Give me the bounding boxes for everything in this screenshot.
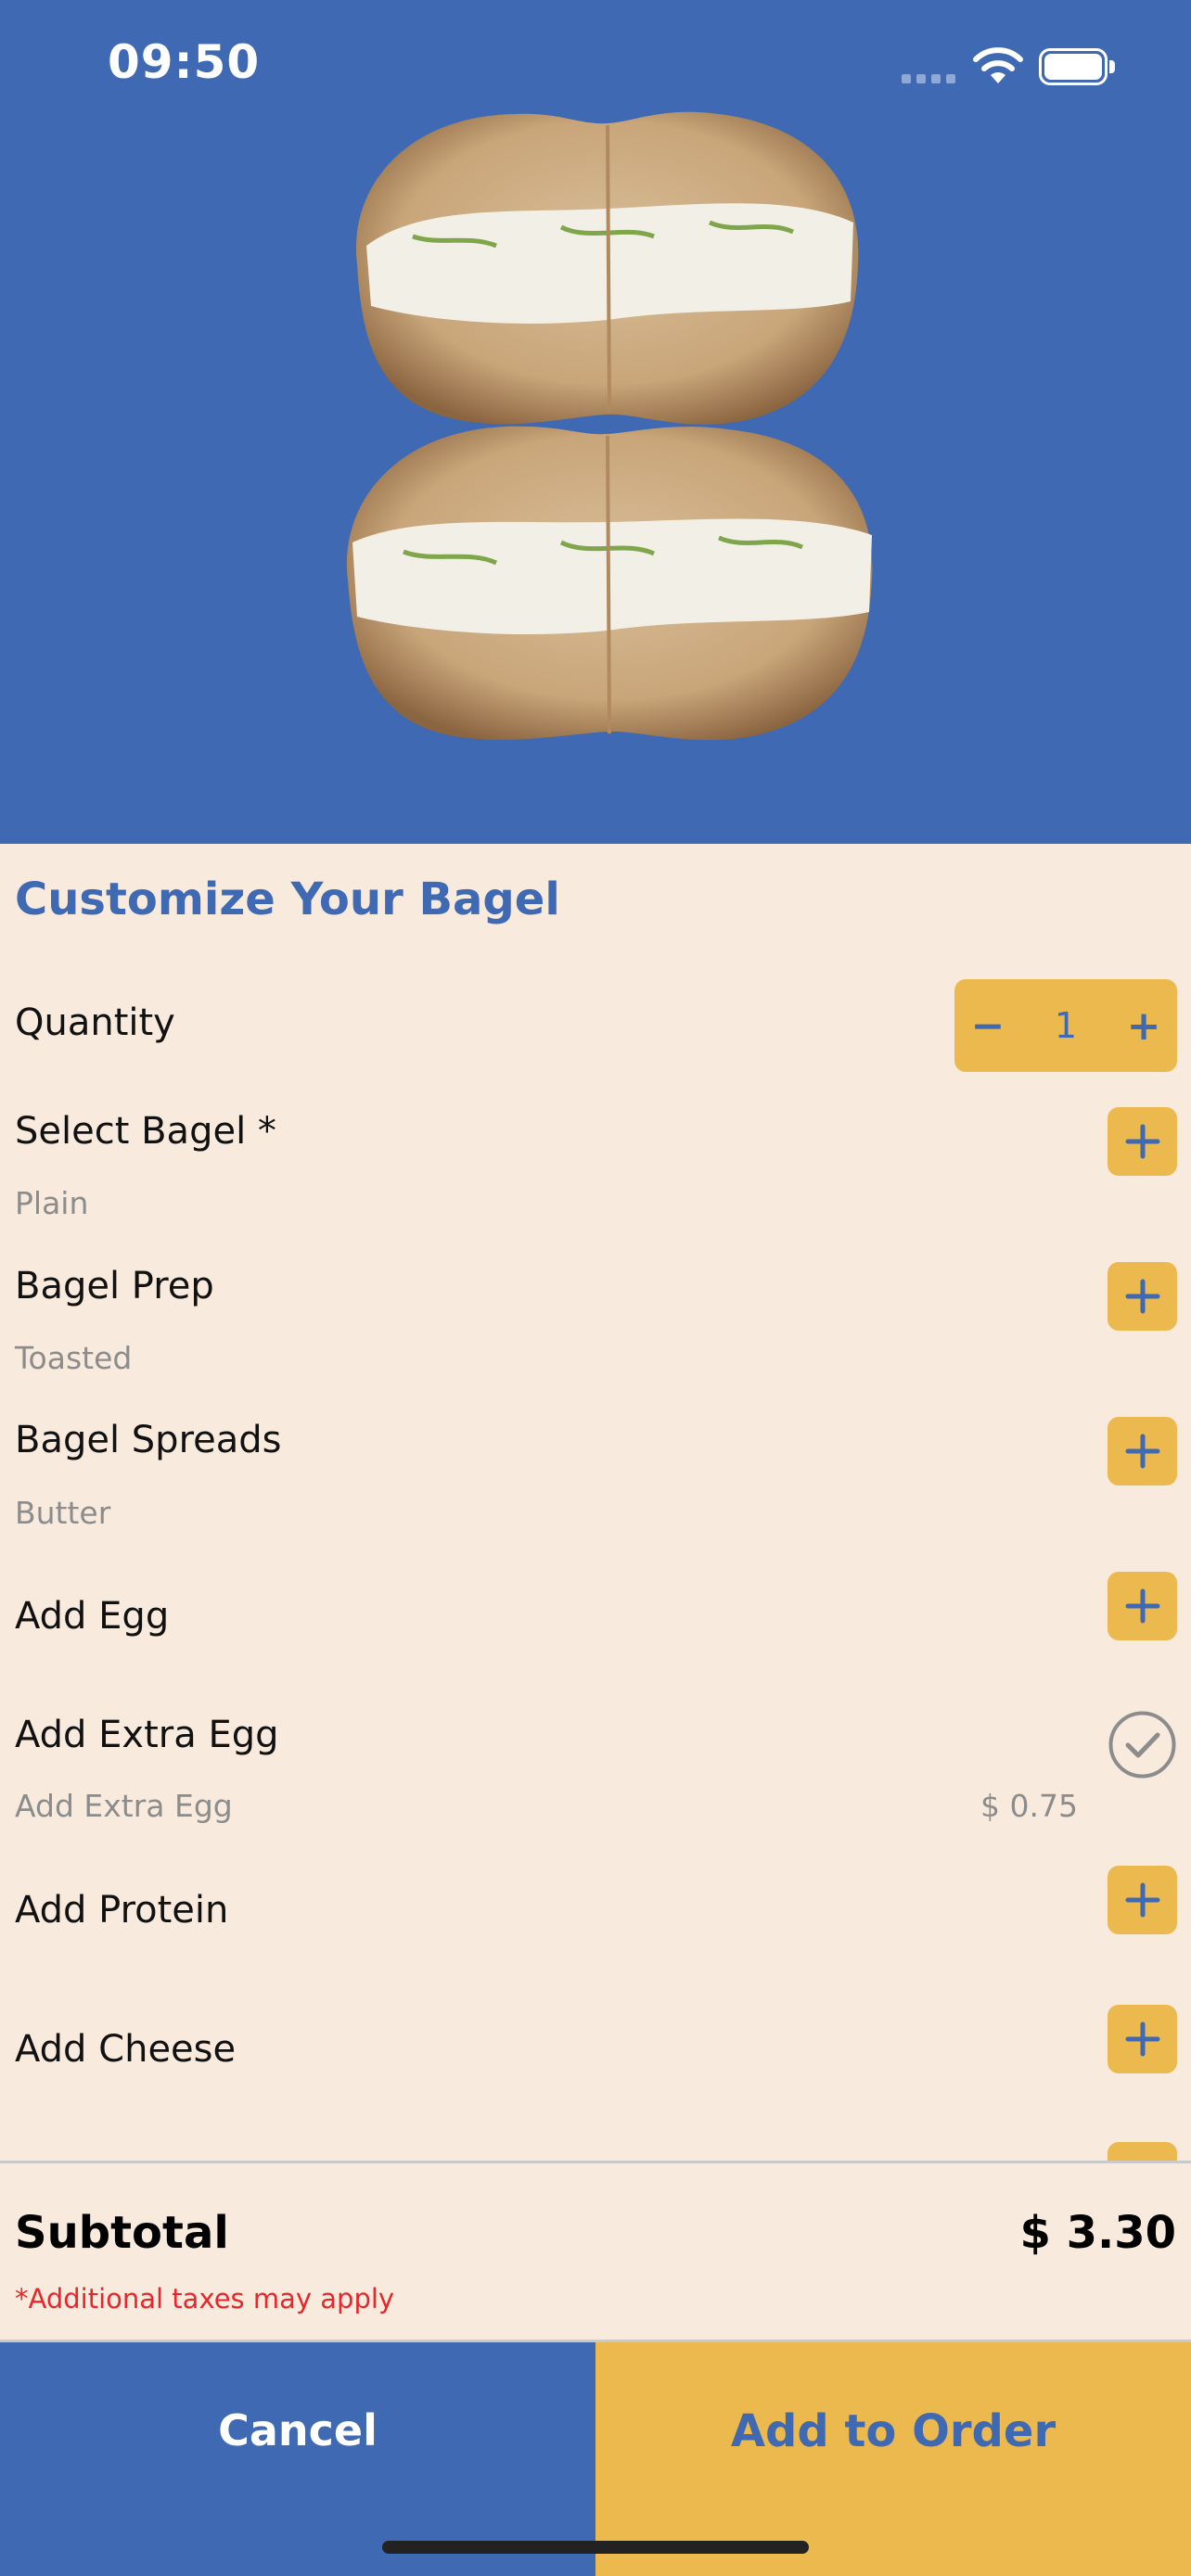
add-bagel-spreads-button[interactable] [1108,1417,1177,1486]
quantity-value: 1 [1054,1005,1078,1046]
next-option-button[interactable] [1108,2142,1177,2161]
status-time: 09:50 [108,35,261,89]
divider [0,2161,1191,2163]
cellular-signal-icon [902,74,957,83]
bagel-image [346,111,873,741]
option-label-bagel-prep: Bagel Prep [15,1265,214,1307]
add-select-bagel-button[interactable] [1108,1107,1177,1176]
tax-note: *Additional taxes may apply [15,2283,395,2315]
battery-icon [1039,48,1115,85]
option-label-select-bagel: Select Bagel * [15,1110,276,1153]
plus-icon [1125,1434,1159,1469]
wifi-icon [973,47,1023,83]
subtotal-label: Subtotal [15,2207,229,2259]
option-selection-bagel-spreads: Butter [15,1495,111,1531]
home-indicator [382,2541,809,2554]
increment-button[interactable]: + [1110,979,1177,1072]
plus-icon [1125,1882,1159,1918]
option-label-add-extra-egg: Add Extra Egg [15,1714,279,1756]
quantity-stepper[interactable]: − 1 + [954,979,1177,1072]
add-bagel-prep-button[interactable] [1108,1262,1177,1331]
option-label-add-protein: Add Protein [15,1889,229,1932]
plus-icon [1125,2021,1159,2057]
option-label-add-cheese: Add Cheese [15,2028,237,2071]
add-protein-button[interactable] [1108,1866,1177,1934]
option-selection-select-bagel: Plain [15,1185,89,1221]
plus-icon [1125,1588,1159,1624]
option-label-add-egg: Add Egg [15,1595,170,1638]
subtotal-value: $ 3.30 [1019,2207,1176,2259]
plus-icon [1125,1279,1159,1314]
check-circle-icon[interactable] [1108,1710,1177,1779]
plus-icon [1125,1124,1159,1159]
option-selection-bagel-prep: Toasted [15,1340,133,1376]
add-cheese-button[interactable] [1108,2005,1177,2073]
option-selection-add-extra-egg: Add Extra Egg [15,1788,233,1824]
option-label-bagel-spreads: Bagel Spreads [15,1419,282,1461]
hero-banner: 09:50 [0,0,1191,844]
option-price-add-extra-egg: $ 0.75 [980,1788,1078,1824]
add-egg-button[interactable] [1108,1572,1177,1640]
page-title: Customize Your Bagel [15,874,560,925]
decrement-button[interactable]: − [954,979,1021,1072]
quantity-label: Quantity [15,1001,175,1044]
